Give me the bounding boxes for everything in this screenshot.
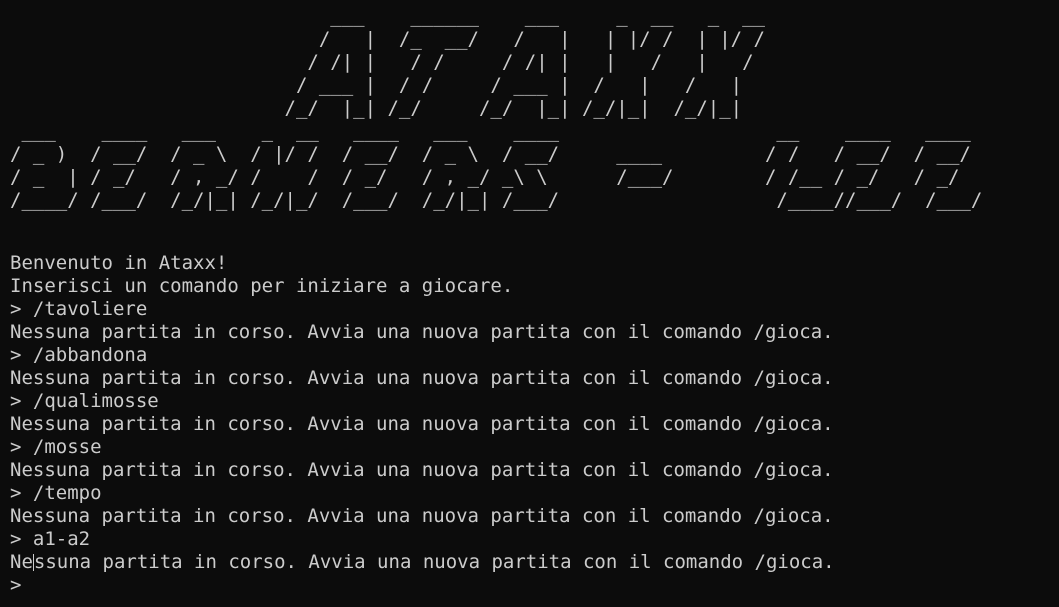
- terminal-window[interactable]: ___ ______ ___ _ __ _ __ / | /_ __/ / | …: [0, 0, 1059, 607]
- line-segment-after-caret: ssuna partita in corso. Avvia una nuova …: [33, 551, 835, 573]
- output-line: Benvenuto in Ataxx!: [10, 252, 228, 274]
- command-echo-line: > /tavoliere: [10, 298, 148, 320]
- command-echo-line: > /qualimosse: [10, 390, 159, 412]
- output-line: Nessuna partita in corso. Avvia una nuov…: [10, 321, 834, 343]
- ascii-art-banner: ___ ______ ___ _ __ _ __ / | /_ __/ / | …: [10, 5, 983, 211]
- output-line: Inserisci un comando per iniziare a gioc…: [10, 275, 514, 297]
- command-echo-line: > /abbandona: [10, 344, 148, 366]
- command-echo-line: > a1-a2: [10, 528, 91, 550]
- output-line-with-caret: Nessuna partita in corso. Avvia una nuov…: [10, 551, 1050, 574]
- output-lines: Benvenuto in Ataxx! Inserisci un comando …: [10, 252, 1050, 551]
- prompt-symbol: >: [10, 574, 22, 596]
- terminal-output: Benvenuto in Ataxx! Inserisci un comando …: [10, 252, 1050, 597]
- output-line: Nessuna partita in corso. Avvia una nuov…: [10, 505, 834, 527]
- command-echo-line: > /tempo: [10, 482, 102, 504]
- line-segment-before-caret: Ne: [10, 551, 33, 573]
- output-line: Nessuna partita in corso. Avvia una nuov…: [10, 413, 834, 435]
- output-line: Nessuna partita in corso. Avvia una nuov…: [10, 367, 834, 389]
- command-echo-line: > /mosse: [10, 436, 102, 458]
- output-line: Nessuna partita in corso. Avvia una nuov…: [10, 459, 834, 481]
- command-prompt[interactable]: >: [10, 574, 1050, 597]
